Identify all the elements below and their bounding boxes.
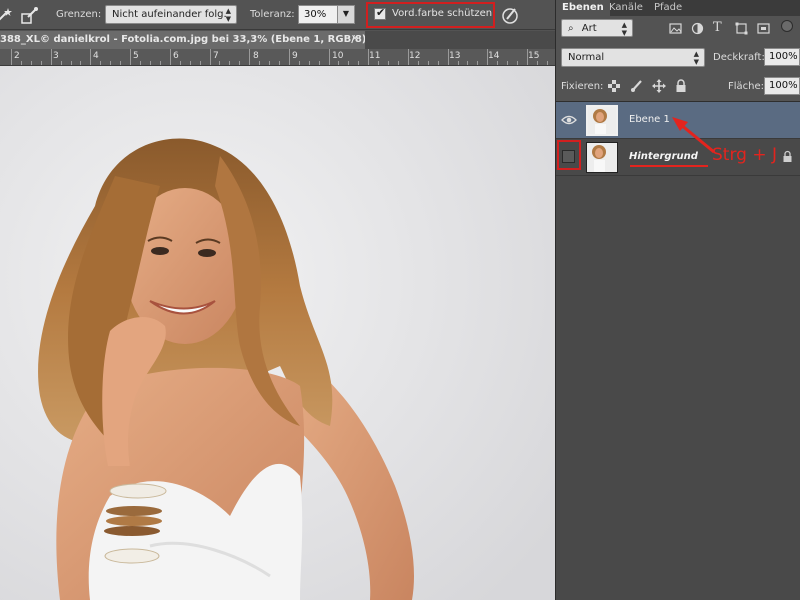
filter-toggle[interactable]	[781, 20, 793, 32]
opacity-input[interactable]: 100%	[764, 48, 800, 66]
ruler-tick	[11, 49, 12, 65]
horizontal-ruler: 2 3 4 5 6 7 8 9 10 11 12 13 14 15	[0, 49, 555, 66]
toleranz-label: Toleranz:	[250, 9, 295, 20]
ruler-tick	[408, 49, 409, 65]
ruler-number: 3	[53, 51, 59, 61]
toleranz-input[interactable]: 30%	[298, 5, 338, 24]
type-filter-icon[interactable]: T	[713, 20, 722, 35]
annotation-arrow	[630, 117, 715, 167]
panel-tabs: Ebenen Kanäle Pfade	[556, 0, 800, 16]
grenzen-label: Grenzen:	[56, 9, 102, 20]
ruler-number: 11	[369, 51, 381, 61]
ruler-tick	[329, 49, 330, 65]
lock-pixels-brush-icon[interactable]	[630, 79, 644, 93]
document-title: 388_XL© danielkrol - Fotolia.com.jpg bei…	[0, 34, 365, 45]
updown-arrow-icon: ▲ ▼	[621, 21, 627, 37]
search-icon: ⌕	[568, 23, 574, 34]
layer-filter-dropdown[interactable]: ⌕ Art ▲ ▼	[561, 19, 633, 37]
ruler-number: 4	[93, 51, 99, 61]
document-canvas[interactable]	[0, 66, 555, 600]
grenzen-dropdown[interactable]: Nicht aufeinander folg. ▲ ▼	[105, 5, 237, 24]
ruler-number: 10	[332, 51, 344, 61]
checkmark-icon: ✔	[376, 6, 386, 19]
fill-input[interactable]: 100%	[764, 77, 800, 95]
opacity-label: Deckkraft:	[713, 52, 765, 63]
ruler-tick	[527, 49, 528, 65]
lock-label: Fixieren:	[561, 81, 604, 92]
ruler-number: 13	[449, 51, 461, 61]
shortcut-annotation: Strg + J	[712, 145, 778, 165]
ruler-number: 12	[409, 51, 421, 61]
layers-panel: Ebenen Kanäle Pfade ⌕ Art ▲ ▼ T Normal ▲ ▼…	[555, 0, 800, 600]
ruler-tick	[289, 49, 290, 65]
ruler-number: 7	[213, 51, 219, 61]
tab-pfade[interactable]: Pfade	[648, 0, 688, 16]
ruler-number: 8	[253, 51, 259, 61]
fill-label: Fläche:	[728, 81, 765, 92]
blend-mode-dropdown[interactable]: Normal ▲ ▼	[561, 48, 705, 67]
smart-object-filter-icon[interactable]	[757, 22, 770, 35]
ruler-tick	[51, 49, 52, 65]
ruler-tick	[90, 49, 91, 65]
ruler-number: 5	[133, 51, 139, 61]
lock-transparency-icon[interactable]	[607, 79, 621, 93]
grenzen-value: Nicht aufeinander folg.	[112, 9, 227, 20]
filter-value: Art	[581, 23, 597, 34]
ruler-number: 6	[173, 51, 179, 61]
protect-foreground-checkbox[interactable]: ✔	[374, 6, 386, 20]
lock-position-move-icon[interactable]	[652, 79, 666, 93]
chevron-down-icon: ▼	[342, 9, 350, 18]
ruler-tick	[487, 49, 488, 65]
ruler-number: 9	[292, 51, 298, 61]
layer-thumbnail	[586, 105, 618, 136]
layer-lock-icon	[783, 150, 792, 162]
ruler-number: 15	[528, 51, 540, 61]
pressure-brush-icon[interactable]	[500, 5, 520, 25]
layers-list: Ebene 1 Hintergrund	[556, 101, 800, 600]
visibility-highlight	[557, 140, 581, 170]
ruler-tick	[448, 49, 449, 65]
ruler-number: 2	[14, 51, 20, 61]
adjustment-filter-icon[interactable]	[691, 22, 704, 35]
ruler-tick	[170, 49, 171, 65]
ruler-number: 14	[488, 51, 500, 61]
updown-arrow-icon: ▲ ▼	[225, 7, 231, 23]
sample-tool-icon[interactable]	[20, 5, 40, 25]
eye-icon[interactable]	[561, 113, 577, 127]
protect-foreground-label: Vord.farbe schützen	[392, 8, 493, 19]
close-tab-icon[interactable]: ×	[351, 33, 359, 44]
lock-all-icon[interactable]	[674, 79, 688, 93]
document-tab[interactable]: 388_XL© danielkrol - Fotolia.com.jpg bei…	[0, 31, 365, 49]
tab-strip	[365, 31, 555, 49]
portrait-photo	[0, 66, 555, 600]
tab-ebenen[interactable]: Ebenen	[556, 0, 610, 16]
ruler-tick	[249, 49, 250, 65]
magic-eraser-tool-icon[interactable]	[0, 5, 14, 25]
image-filter-icon[interactable]	[669, 22, 682, 35]
ruler-tick	[368, 49, 369, 65]
tab-kanaele[interactable]: Kanäle	[603, 0, 649, 16]
toleranz-dropdown-button[interactable]: ▼	[337, 5, 355, 24]
layer-thumbnail	[586, 142, 618, 173]
shape-filter-icon[interactable]	[735, 22, 748, 35]
ruler-tick	[210, 49, 211, 65]
updown-arrow-icon: ▲ ▼	[693, 50, 699, 66]
blend-mode-value: Normal	[568, 52, 605, 63]
ruler-tick	[130, 49, 131, 65]
